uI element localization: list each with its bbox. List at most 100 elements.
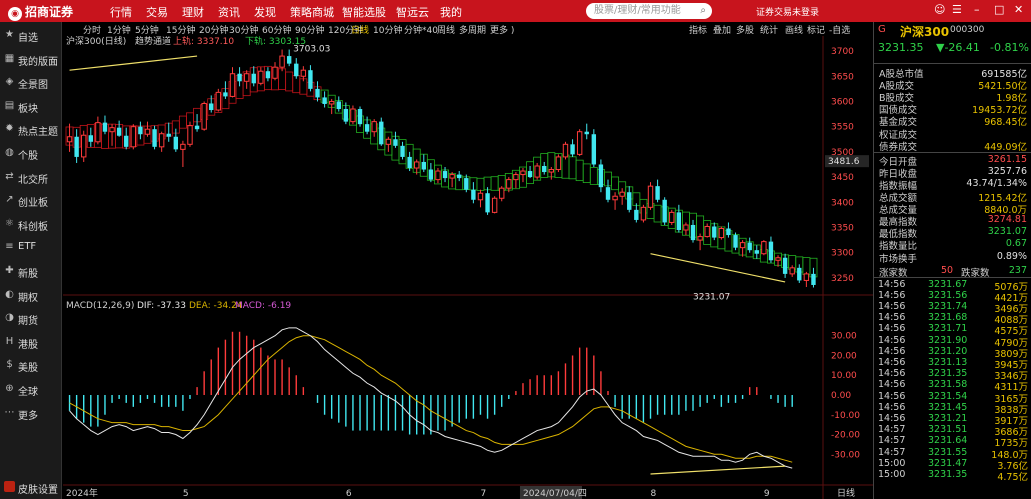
option-icon: ◐ xyxy=(5,288,14,300)
stock-icon: ◍ xyxy=(5,147,14,158)
quote-row: 总成交额 1215.42亿 xyxy=(879,190,1029,204)
futures-icon: ◑ xyxy=(5,312,14,324)
candle-body xyxy=(223,92,228,97)
tool-button-3[interactable]: 统计 xyxy=(760,23,778,36)
sidebar-item-1[interactable]: ▦ 我的版面 xyxy=(0,49,62,71)
menu-smart-select[interactable]: 智能选股 xyxy=(342,4,386,20)
grid-icon: ▤ xyxy=(4,99,15,111)
candle-body xyxy=(421,161,426,170)
macd-trend-line[interactable] xyxy=(650,465,786,475)
macd-histogram xyxy=(68,331,793,435)
menu-cloud[interactable]: 智远云 xyxy=(396,4,429,20)
period-tab-9[interactable]: 日线 xyxy=(351,23,369,36)
sidebar-item-4[interactable]: ✹ 热点主题 xyxy=(0,119,62,141)
sidebar-item-16[interactable]: ⋯ 更多 xyxy=(0,403,62,425)
chart-title: 沪深300(日线) xyxy=(66,36,126,47)
tick-time: 14:56 xyxy=(878,401,906,413)
period-tab-3[interactable]: 15分钟 xyxy=(166,23,195,36)
sidebar-item-10[interactable]: ✚ 新股 xyxy=(0,261,62,283)
menu-discover[interactable]: 发现 xyxy=(254,4,276,20)
menu-news[interactable]: 资讯 xyxy=(218,4,240,20)
tick-row: 15:00 3231.35 4.75亿 xyxy=(878,469,1030,483)
tool-button-2[interactable]: 多股 xyxy=(736,23,754,36)
search-icon: ⌕ xyxy=(700,5,706,16)
period-tab-11[interactable]: 分钟*40 xyxy=(404,23,438,36)
skin-settings[interactable]: 皮肤设置 xyxy=(0,478,62,498)
minimize-icon[interactable]: – xyxy=(974,3,980,16)
period-tab-13[interactable]: 多周期 xyxy=(459,23,486,36)
fire-icon: ✹ xyxy=(5,123,14,135)
sidebar-item-12[interactable]: ◑ 期货 xyxy=(0,308,62,330)
tool-button-4[interactable]: 画线 xyxy=(785,23,803,36)
candle-body xyxy=(591,134,597,165)
user-icon[interactable]: ☺ xyxy=(934,3,945,16)
trend-line-lower[interactable] xyxy=(650,253,786,283)
sidebar-item-8[interactable]: ⚛ 科创板 xyxy=(0,214,62,236)
period-tab-14[interactable]: 更多 ) xyxy=(490,23,514,36)
menu-market[interactable]: 行情 xyxy=(110,4,132,20)
price-tick-label: 3700 xyxy=(831,47,854,57)
period-tab-12[interactable]: 周线 xyxy=(437,23,455,36)
sidebar-item-3[interactable]: ▤ 板块 xyxy=(0,96,62,118)
period-tab-10[interactable]: 10分钟 xyxy=(373,23,402,36)
candle-body xyxy=(457,174,462,179)
chart-area[interactable]: 沪深300(日线) 趋势通道 上轨: 3337.10 下轨: 3303.1537003… xyxy=(63,36,873,499)
candle-body xyxy=(477,192,484,201)
period-tab-2[interactable]: 5分钟 xyxy=(135,23,159,36)
sidebar-item-6[interactable]: ⇄ 北交所 xyxy=(0,167,62,189)
period-tab-1[interactable]: 1分钟 xyxy=(107,23,131,36)
period-tab-5[interactable]: 30分钟 xyxy=(229,23,258,36)
sidebar-item-0[interactable]: ★ 自选 xyxy=(0,25,62,47)
date-tick-label: 9 xyxy=(764,489,770,499)
tick-row: 15:00 3231.47 3.76亿 xyxy=(878,457,1030,472)
sidebar-item-14[interactable]: $ 美股 xyxy=(0,355,62,377)
trend-line-upper[interactable] xyxy=(69,55,198,71)
tool-button-6[interactable]: -自选 xyxy=(829,23,850,36)
macd-tick-label: -10.00 xyxy=(831,411,860,421)
search-input[interactable]: 股票/理财/常用功能 ⌕ xyxy=(586,3,712,19)
candle-body xyxy=(761,241,767,255)
sidebar-item-label: 创业板 xyxy=(18,198,48,210)
sidebar-item-2[interactable]: ◈ 全景图 xyxy=(0,72,62,94)
candle-body xyxy=(747,242,752,251)
menu-trade[interactable]: 交易 xyxy=(146,4,168,20)
stat-row: 基金成交 968.45亿 xyxy=(879,114,1029,128)
tick-row: 14:56 3231.56 4421万 xyxy=(878,290,1030,304)
growth-icon: ↗ xyxy=(5,194,14,206)
sidebar-item-11[interactable]: ◐ 期权 xyxy=(0,285,62,307)
tick-time: 14:56 xyxy=(878,379,906,391)
close-icon[interactable]: ✕ xyxy=(1014,3,1023,16)
tick-time: 15:00 xyxy=(878,469,906,480)
low-annotation: 3231.07 xyxy=(693,292,730,302)
sidebar-item-9[interactable]: ≡ ETF xyxy=(0,237,62,259)
period-tab-6[interactable]: 60分钟 xyxy=(262,23,291,36)
maximize-icon[interactable]: □ xyxy=(994,3,1004,16)
sidebar-item-label: 个股 xyxy=(18,151,38,162)
candle-body xyxy=(754,250,759,254)
candle-body xyxy=(619,191,625,197)
tool-button-1[interactable]: 叠加 xyxy=(713,23,731,36)
menu-mine[interactable]: 我的 xyxy=(440,4,462,20)
tool-button-5[interactable]: 标记 xyxy=(807,23,825,36)
sidebar-item-15[interactable]: ⊕ 全球 xyxy=(0,379,62,401)
candle-body xyxy=(385,138,392,145)
menu-icon[interactable]: ☰ xyxy=(952,3,962,16)
tool-button-0[interactable]: 指标 xyxy=(689,23,707,36)
macd-tick-label: 30.00 xyxy=(831,332,857,342)
login-status[interactable]: 证券交易未登录 xyxy=(756,5,819,18)
menu-strategy[interactable]: 策略商城 xyxy=(290,4,334,20)
panel-divider xyxy=(874,151,1031,153)
candle-body xyxy=(414,161,420,169)
sidebar-item-5[interactable]: ◍ 个股 xyxy=(0,143,62,165)
period-tab-0[interactable]: 分时 xyxy=(83,23,101,36)
period-tab-7[interactable]: 90分钟 xyxy=(295,23,324,36)
app-logo[interactable]: ◉ 招商证券 xyxy=(8,3,73,21)
tick-row: 14:56 3231.45 3838万 xyxy=(878,401,1030,416)
channel-segment xyxy=(285,71,294,92)
menu-wealth[interactable]: 理财 xyxy=(182,4,204,20)
tick-row: 14:56 3231.68 4088万 xyxy=(878,312,1030,326)
sidebar-item-7[interactable]: ↗ 创业板 xyxy=(0,190,62,212)
sidebar-item-13[interactable]: H 港股 xyxy=(0,332,62,354)
tick-time: 15:00 xyxy=(878,457,906,469)
period-tab-4[interactable]: 20分钟 xyxy=(199,23,228,36)
